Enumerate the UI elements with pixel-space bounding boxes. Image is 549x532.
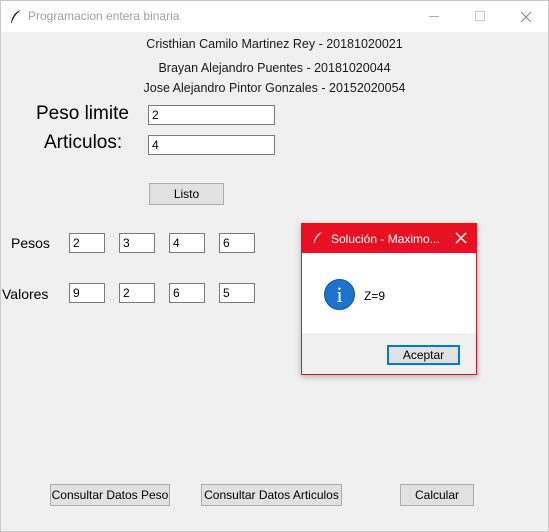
maximize-icon bbox=[475, 11, 485, 21]
dialog-close-icon[interactable] bbox=[454, 231, 468, 245]
articulos-input[interactable] bbox=[148, 135, 275, 155]
valor-input-3[interactable] bbox=[169, 283, 205, 303]
author-line-3: Jose Alejandro Pintor Gonzales - 2015202… bbox=[143, 81, 406, 95]
title-bar[interactable]: Programacion entera binaria bbox=[1, 1, 548, 32]
peso-input-3[interactable] bbox=[169, 233, 205, 253]
feather-icon bbox=[11, 9, 22, 23]
dialog-title: Solución - Maximo... bbox=[331, 232, 440, 246]
feather-icon bbox=[313, 231, 323, 244]
valor-input-1[interactable] bbox=[69, 283, 105, 303]
peso-input-1[interactable] bbox=[69, 233, 105, 253]
peso-limite-input[interactable] bbox=[148, 105, 275, 125]
close-icon bbox=[520, 11, 532, 23]
author-line-2: Brayan Alejandro Puentes - 20181020044 bbox=[158, 61, 391, 75]
dialog-body: i Z=9 bbox=[302, 253, 476, 333]
dialog-message: Z=9 bbox=[364, 289, 386, 303]
consultar-articulos-button[interactable]: Consultar Datos Articulos bbox=[201, 484, 342, 506]
window-title: Programacion entera binaria bbox=[28, 9, 180, 23]
peso-input-2[interactable] bbox=[119, 233, 155, 253]
peso-input-4[interactable] bbox=[219, 233, 255, 253]
valores-label: Valores bbox=[2, 286, 49, 302]
close-button[interactable] bbox=[503, 1, 549, 32]
pesos-label: Pesos bbox=[11, 235, 50, 251]
author-line-1: Cristhian Camilo Martinez Rey - 20181020… bbox=[146, 37, 403, 51]
dialog-title-bar[interactable]: Solución - Maximo... bbox=[302, 224, 476, 253]
articulos-label: Articulos: bbox=[44, 132, 123, 153]
minimize-icon bbox=[429, 16, 439, 17]
peso-limite-label: Peso limite bbox=[36, 103, 129, 124]
info-icon: i bbox=[324, 279, 355, 310]
solution-dialog: Solución - Maximo... i Z=9 Aceptar bbox=[301, 223, 477, 375]
consultar-peso-button[interactable]: Consultar Datos Peso bbox=[50, 484, 170, 506]
maximize-button[interactable] bbox=[457, 1, 503, 32]
valor-input-2[interactable] bbox=[119, 283, 155, 303]
listo-button[interactable]: Listo bbox=[149, 183, 224, 205]
calcular-button[interactable]: Calcular bbox=[400, 484, 474, 506]
minimize-button[interactable] bbox=[411, 1, 457, 32]
valor-input-4[interactable] bbox=[219, 283, 255, 303]
aceptar-button[interactable]: Aceptar bbox=[387, 345, 460, 365]
